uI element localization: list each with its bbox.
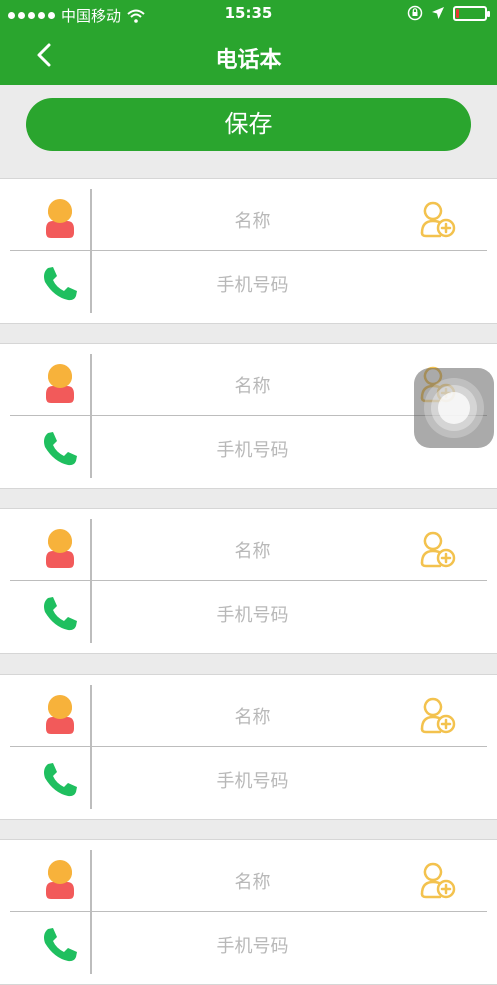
phone-icon (44, 928, 77, 962)
battery-level (456, 8, 459, 18)
row-divider (10, 746, 487, 747)
person-avatar-icon (46, 364, 74, 403)
row-divider (10, 580, 487, 581)
person-avatar-icon (46, 695, 74, 734)
status-bar: 中国移动 15:35 (0, 0, 497, 28)
save-area: 保存 (0, 85, 497, 178)
contact-name-field[interactable]: 名称 (95, 703, 410, 729)
row-divider (10, 911, 487, 912)
contact-name-field[interactable]: 名称 (95, 372, 410, 398)
person-avatar-icon (46, 860, 74, 899)
location-arrow-icon (432, 7, 444, 19)
save-button[interactable]: 保存 (26, 98, 471, 151)
column-divider (90, 519, 92, 643)
battery-icon (453, 5, 490, 21)
column-divider (90, 189, 92, 313)
status-right-group (407, 5, 490, 21)
page-title: 电话本 (215, 48, 282, 73)
contact-name-field[interactable]: 名称 (95, 207, 410, 233)
column-divider (90, 685, 92, 809)
add-contact-icon[interactable] (416, 860, 458, 900)
add-contact-icon[interactable] (416, 529, 458, 569)
person-avatar-icon (46, 199, 74, 238)
phone-number-field[interactable]: 手机号码 (95, 932, 410, 958)
phone-icon (44, 432, 77, 466)
contact-name-field[interactable]: 名称 (95, 537, 410, 563)
phone-number-field[interactable]: 手机号码 (95, 601, 410, 627)
assistive-touch-button[interactable] (414, 368, 494, 448)
row-divider (10, 250, 487, 251)
phone-number-field[interactable]: 手机号码 (95, 436, 410, 462)
add-contact-icon[interactable] (416, 199, 458, 239)
contact-card: 名称 手机号码 (0, 674, 497, 820)
contact-name-field[interactable]: 名称 (95, 868, 410, 894)
contact-card: 名称 手机号码 (0, 839, 497, 985)
column-divider (90, 354, 92, 478)
contact-card: 名称 手机号码 (0, 508, 497, 654)
phone-icon (44, 597, 77, 631)
phone-icon (44, 763, 77, 797)
phone-icon (44, 267, 77, 301)
column-divider (90, 850, 92, 974)
phone-number-field[interactable]: 手机号码 (95, 767, 410, 793)
add-contact-icon[interactable] (416, 695, 458, 735)
phone-number-field[interactable]: 手机号码 (95, 271, 410, 297)
person-avatar-icon (46, 529, 74, 568)
rotation-lock-icon (407, 5, 423, 21)
navigation-bar: 电话本 (0, 28, 497, 85)
contact-card: 名称 手机号码 (0, 178, 497, 324)
